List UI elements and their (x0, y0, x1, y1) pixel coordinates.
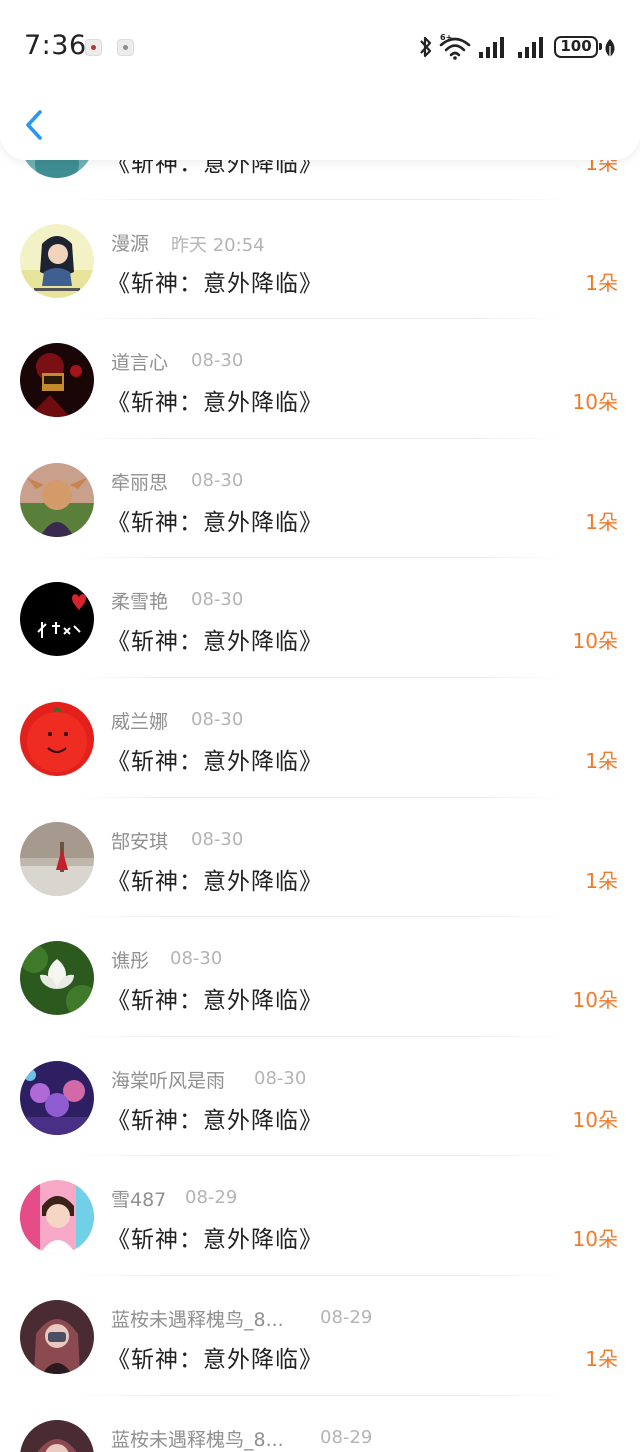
list-item[interactable]: 雪487 08-29 《斩神：意外降临》 10朵 (0, 1156, 640, 1276)
post-time: 08-29 (185, 1187, 238, 1209)
gift-count: 1朵 (585, 1346, 618, 1371)
work-title: 《斩神：意外降临》 (107, 1227, 323, 1254)
list-item[interactable]: 海棠听风是雨 08-30 《斩神：意外降临》 10朵 (0, 1037, 640, 1157)
username: 郜安琪 (111, 830, 169, 853)
list-item[interactable]: 威兰娜 08-30 《斩神：意外降临》 1朵 (0, 678, 640, 798)
post-time: 08-30 (191, 469, 244, 491)
work-title: 《斩神：意外降临》 (107, 1346, 323, 1373)
post-time: 08-29 (320, 1426, 373, 1448)
work-title: 《斩神：意外降临》 (107, 270, 323, 297)
gift-record-list: 《斩神：意外降临》 1朵 漫源 昨天 20:54 《斩神：意外降临》 1朵 道言… (0, 80, 640, 1452)
status-icons: 6+ 100 (418, 33, 618, 62)
back-button[interactable] (18, 104, 58, 148)
gift-count: 1朵 (585, 270, 618, 295)
list-item[interactable]: 蓝桉未遇释槐鸟_8... 08-29 《斩神：意外降临》 1朵 (0, 1276, 640, 1396)
signal-icon (479, 37, 504, 58)
username: 柔雪艳 (111, 591, 169, 614)
signal-icon (518, 37, 543, 58)
avatar[interactable] (20, 1419, 94, 1452)
avatar[interactable] (20, 462, 94, 537)
post-time: 08-30 (191, 708, 244, 730)
post-time: 08-30 (191, 828, 244, 850)
avatar[interactable] (20, 582, 94, 657)
post-time: 08-30 (254, 1067, 307, 1089)
avatar[interactable] (20, 701, 94, 776)
username: 漫源 (111, 232, 150, 255)
header: 7:36 6+ 100 (0, 0, 640, 160)
work-title: 《斩神：意外降临》 (107, 509, 323, 536)
chevron-left-icon (26, 110, 42, 140)
username: 威兰娜 (111, 710, 169, 733)
work-title: 《斩神：意外降临》 (107, 748, 323, 775)
list-item[interactable]: 牵丽思 08-30 《斩神：意外降临》 1朵 (0, 439, 640, 559)
work-title: 《斩神：意外降临》 (107, 629, 323, 656)
battery-icon: 100 (554, 36, 602, 58)
username: 谯彤 (111, 950, 150, 973)
gift-count: 10朵 (572, 988, 618, 1013)
avatar[interactable] (20, 1060, 94, 1135)
list-item[interactable]: 柔雪艳 08-30 《斩神：意外降临》 10朵 (0, 558, 640, 678)
avatar[interactable] (20, 821, 94, 896)
app-notification-icon (117, 39, 134, 56)
app-notification-icon (85, 39, 102, 56)
work-title: 《斩神：意外降临》 (107, 868, 323, 895)
list-item[interactable]: 道言心 08-30 《斩神：意外降临》 10朵 (0, 319, 640, 439)
work-title: 《斩神：意外降临》 (107, 1107, 323, 1134)
username: 雪487 (111, 1189, 167, 1212)
gift-count: 10朵 (572, 390, 618, 415)
work-title: 《斩神：意外降临》 (107, 988, 323, 1015)
list-item[interactable]: 漫源 昨天 20:54 《斩神：意外降临》 1朵 (0, 200, 640, 320)
leaf-icon (605, 39, 615, 57)
gift-count: 10朵 (572, 629, 618, 654)
gift-count: 1朵 (585, 868, 618, 893)
bluetooth-icon (420, 36, 432, 58)
avatar[interactable] (20, 1299, 94, 1374)
username: 牵丽思 (111, 471, 169, 494)
username: 蓝桉未遇释槐鸟_8... (111, 1428, 284, 1451)
avatar[interactable] (20, 223, 94, 298)
avatar[interactable] (20, 343, 94, 418)
username: 道言心 (111, 352, 169, 375)
work-title: 《斩神：意外降临》 (107, 390, 323, 417)
list-item[interactable]: 郜安琪 08-30 《斩神：意外降临》 1朵 (0, 798, 640, 918)
post-time: 08-29 (320, 1306, 373, 1328)
username: 蓝桉未遇释槐鸟_8... (111, 1308, 284, 1331)
post-time: 昨天 20:54 (171, 234, 265, 256)
gift-count: 10朵 (572, 1227, 618, 1252)
post-time: 08-30 (191, 589, 244, 611)
list-item[interactable]: 蓝桉未遇释槐鸟_8... 08-29 (0, 1396, 640, 1452)
gift-count: 1朵 (585, 748, 618, 773)
post-time: 08-30 (191, 350, 244, 372)
avatar[interactable] (20, 1180, 94, 1255)
list-item[interactable]: 谯彤 08-30 《斩神：意外降临》 10朵 (0, 917, 640, 1037)
clock: 7:36 (24, 30, 87, 61)
avatar[interactable] (20, 941, 94, 1016)
post-time: 08-30 (170, 948, 223, 970)
status-bar: 7:36 6+ 100 (0, 0, 640, 96)
username: 海棠听风是雨 (111, 1069, 226, 1092)
gift-count: 10朵 (572, 1107, 618, 1132)
wifi-6-plus-icon: 6+ (439, 33, 471, 60)
gift-count: 1朵 (585, 509, 618, 534)
